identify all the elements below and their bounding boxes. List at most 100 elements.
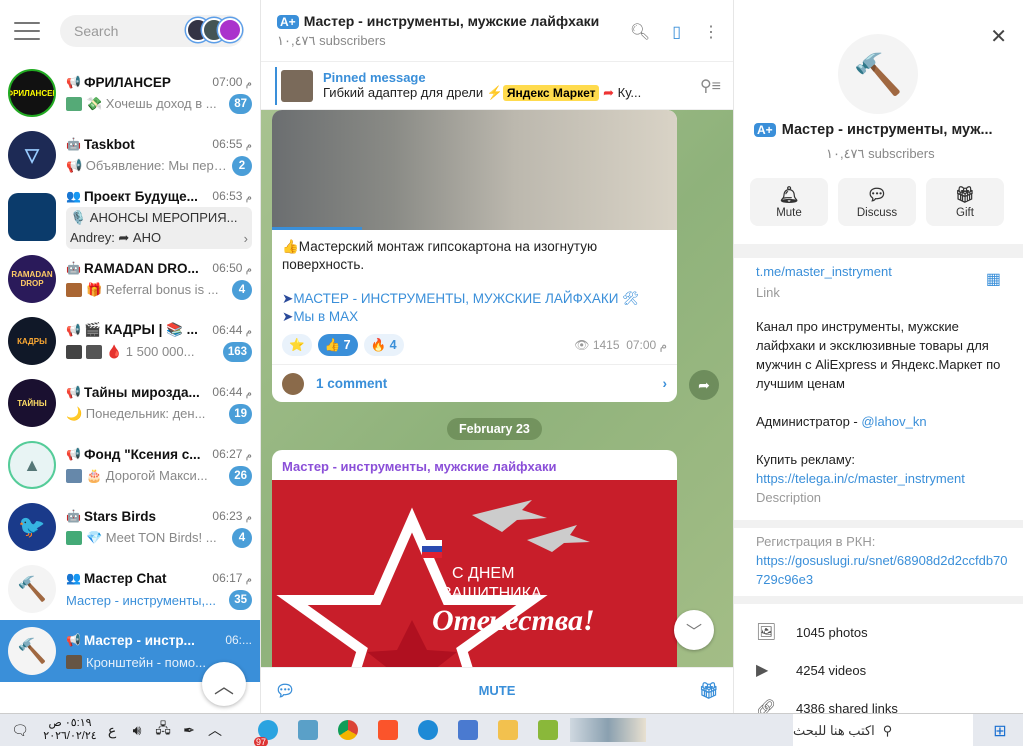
reactions-row: ⭐ 👍 7 🔥 4 👁︎ 1415 07:00 م xyxy=(272,326,677,364)
gift-action-button[interactable]: 🎁︎ Gift xyxy=(926,178,1004,226)
group-icon: 👥 xyxy=(66,571,81,585)
clock[interactable]: ٠٥:١٩ ص ٢٠٢٦/٠٢/٢٤ xyxy=(40,717,100,743)
chat-time: 06:55 م xyxy=(212,137,252,151)
close-icon[interactable]: ✕ xyxy=(990,24,1007,49)
max-link[interactable]: Мы в MAX xyxy=(293,309,358,324)
mute-action-button[interactable]: 🔔︎ Mute xyxy=(750,178,828,226)
chat-header[interactable]: A+ Мастер - инструменты, мужские лайфхаки… xyxy=(261,0,733,62)
scroll-up-button[interactable]: ︿ xyxy=(202,662,246,706)
svg-text:С ДНЕМ: С ДНЕМ xyxy=(452,565,514,582)
reaction-star[interactable]: ⭐ xyxy=(282,334,312,356)
reaction-thumbs-up[interactable]: 👍 7 xyxy=(317,334,358,356)
avatar: ТАЙНЫ xyxy=(8,379,56,427)
chat-item[interactable]: ▽ 🤖 Taskbot 06:55 م 📢 Объявление: Мы пере.… xyxy=(0,124,260,186)
edge-taskbar-icon[interactable] xyxy=(408,714,448,746)
channel-link[interactable]: t.me/master_instryment xyxy=(756,262,1009,281)
chat-item[interactable]: ▲ 📢 Фонд "Ксения с... 06:27 م 🎂 Дорогой Ма… xyxy=(0,434,260,496)
comments-button[interactable]: 1 comment › xyxy=(272,364,677,402)
discuss-icon[interactable]: 💬︎ xyxy=(275,681,295,701)
game-taskbar-icon[interactable] xyxy=(528,714,568,746)
chat-item[interactable]: ФРИЛАНСЕР 📢 ФРИЛАНСЕР 07:00 م 💸 Хочешь дох… xyxy=(0,62,260,124)
chat-item[interactable]: 🐦 🤖 Stars Birds 06:23 م 💎 Meet TON Birds! … xyxy=(0,496,260,558)
photos-row[interactable]: 🖼︎ 1045 photos xyxy=(756,622,868,642)
chat-name: Проект Будуще... xyxy=(83,188,198,204)
mute-button[interactable]: MUTE xyxy=(479,683,516,698)
sidebar-toggle-icon[interactable]: ▯ xyxy=(672,22,681,42)
qr-code-icon[interactable]: ▦ xyxy=(986,270,1001,289)
ads-link[interactable]: https://telega.in/c/master_instryment xyxy=(756,469,1009,488)
telegram-taskbar-icon[interactable]: 97 xyxy=(248,714,288,746)
chat-name: ФРИЛАНСЕР xyxy=(83,74,171,90)
brave-taskbar-icon[interactable] xyxy=(368,714,408,746)
network-icon[interactable]: 🖧 xyxy=(150,714,176,746)
chat-list-sidebar: Search ФРИЛАНСЕР 📢 ФРИЛАНСЕР 07:00 م 💸 Хоч… xyxy=(0,0,261,713)
megaphone-icon: 📢 xyxy=(66,633,81,647)
videos-row[interactable]: ▶︎ 4254 videos xyxy=(756,660,866,680)
pinned-message-bar[interactable]: Pinned message Гибкий адаптер для дрели … xyxy=(261,62,733,110)
scroll-down-button[interactable]: ﹀ xyxy=(674,610,714,650)
store-taskbar-icon[interactable] xyxy=(448,714,488,746)
video-icon: ▶︎ xyxy=(756,662,769,679)
chrome-taskbar-icon[interactable] xyxy=(328,714,368,746)
message-photo[interactable]: С ДНЕМ ЗАЩИТНИКА Отечества! xyxy=(272,480,677,667)
windows-taskbar: 🗨︎ ٠٥:١٩ ص ٢٠٢٦/٠٢/٢٤ ع 🔊︎ 🖧 ✒ ︿ 97 ⚲ اكتب… xyxy=(0,713,1023,746)
admin-link[interactable]: @lahov_kn xyxy=(861,414,926,429)
avatar: КАДРЫ xyxy=(8,317,56,365)
unread-badge: 163 xyxy=(222,342,252,362)
search-icon[interactable]: 🔍︎ xyxy=(630,22,650,42)
chat-item[interactable]: КАДРЫ 📢 🎬 КАДРЫ | 📚 ... 06:44 م 🩸 1 500 00… xyxy=(0,310,260,372)
mute-bar[interactable]: 💬︎ MUTE 🎁︎ xyxy=(261,667,733,713)
avatar: 🔨 xyxy=(8,565,56,613)
chat-time: 06:44 م xyxy=(212,385,252,399)
gift-icon[interactable]: 🎁︎ xyxy=(699,681,719,701)
channel-title: Мастер - инструменты, мужские лайфхаки xyxy=(303,12,600,29)
chat-item[interactable]: ТАЙНЫ 📢 Тайны мирозда... 06:44 م 🌙 Понедел… xyxy=(0,372,260,434)
rkn-link[interactable]: https://gosuslugi.ru/snet/68908d2d2ccfdb… xyxy=(756,551,1009,589)
chat-item[interactable]: 🔨 👥 Мастер Chat 06:17 م Мастер - инструмен… xyxy=(0,558,260,620)
svg-text:Отечества!: Отечества! xyxy=(432,604,595,637)
start-button[interactable]: ⊞ xyxy=(977,714,1023,746)
reaction-fire[interactable]: 🔥 4 xyxy=(363,334,404,356)
message-photo[interactable] xyxy=(272,110,677,230)
chat-time: 06:44 م xyxy=(212,323,252,337)
notification-icon[interactable]: 🗨︎ xyxy=(0,714,40,746)
unpin-list-icon[interactable]: ⚲≡ xyxy=(700,76,721,96)
language-indicator[interactable]: ع xyxy=(100,714,124,746)
channel-link[interactable]: МАСТЕР - ИНСТРУМЕНТЫ, МУЖСКИЕ ЛАЙФХАКИ 🛠 xyxy=(293,291,639,306)
chevron-up-icon: ︿ xyxy=(214,675,234,698)
avatar: ФРИЛАНСЕР xyxy=(8,69,56,117)
tray-chevron-icon[interactable]: ︿ xyxy=(202,714,228,746)
date-separator: February 23 xyxy=(447,418,542,440)
chat-item[interactable] xyxy=(0,24,260,62)
forward-button[interactable]: ➦ xyxy=(689,370,719,400)
channel-description: Канал про инструменты, мужские лайфхаки … xyxy=(756,319,1001,391)
notes-taskbar-icon[interactable] xyxy=(288,714,328,746)
search-highlight-image[interactable] xyxy=(568,714,648,746)
message-author[interactable]: Мастер - инструменты, мужские лайфхаки xyxy=(272,450,677,480)
chat-preview: 💎 Meet TON Birds! ... xyxy=(86,530,217,545)
chat-item[interactable]: 👥 Проект Будуще... 06:53 م 🎙️ АНОНСЫ МЕРОП… xyxy=(0,186,260,249)
channel-info-panel: ✕ 🔨 A+ Мастер - инструменты, муж... ١٠,٤٧… xyxy=(733,0,1023,713)
unread-badge: 2 xyxy=(232,156,252,176)
avatar: ▲ xyxy=(8,441,56,489)
chat-item[interactable]: RAMADAN DROP 🤖 RAMADAN DRO... 06:50 م 🎁 Re… xyxy=(0,248,260,310)
discuss-action-button[interactable]: 💬︎ Discuss xyxy=(838,178,916,226)
explorer-taskbar-icon[interactable] xyxy=(488,714,528,746)
robot-icon: 🤖 xyxy=(66,509,81,523)
avatar: 🔨 xyxy=(8,627,56,675)
chat-name: RAMADAN DRO... xyxy=(83,260,199,276)
preview-thumb xyxy=(66,531,82,545)
chat-name: Taskbot xyxy=(83,136,135,152)
chevron-right-icon[interactable]: › xyxy=(244,231,248,246)
unread-badge: 26 xyxy=(229,466,252,486)
chat-time: 06:... xyxy=(225,633,252,647)
chat-name: Тайны мирозда... xyxy=(83,384,200,400)
more-options-icon[interactable]: ⋮ xyxy=(703,22,719,42)
links-row[interactable]: 🔗︎ 4386 shared links xyxy=(756,698,898,713)
unread-badge: 4 xyxy=(232,528,252,548)
channel-avatar[interactable]: 🔨 xyxy=(838,34,918,114)
volume-icon[interactable]: 🔊︎ xyxy=(124,714,150,746)
pen-icon[interactable]: ✒ xyxy=(176,714,202,746)
taskbar-search-box[interactable]: ⚲ اكتب هنا للبحث xyxy=(793,714,973,746)
preview-thumb xyxy=(66,655,82,669)
